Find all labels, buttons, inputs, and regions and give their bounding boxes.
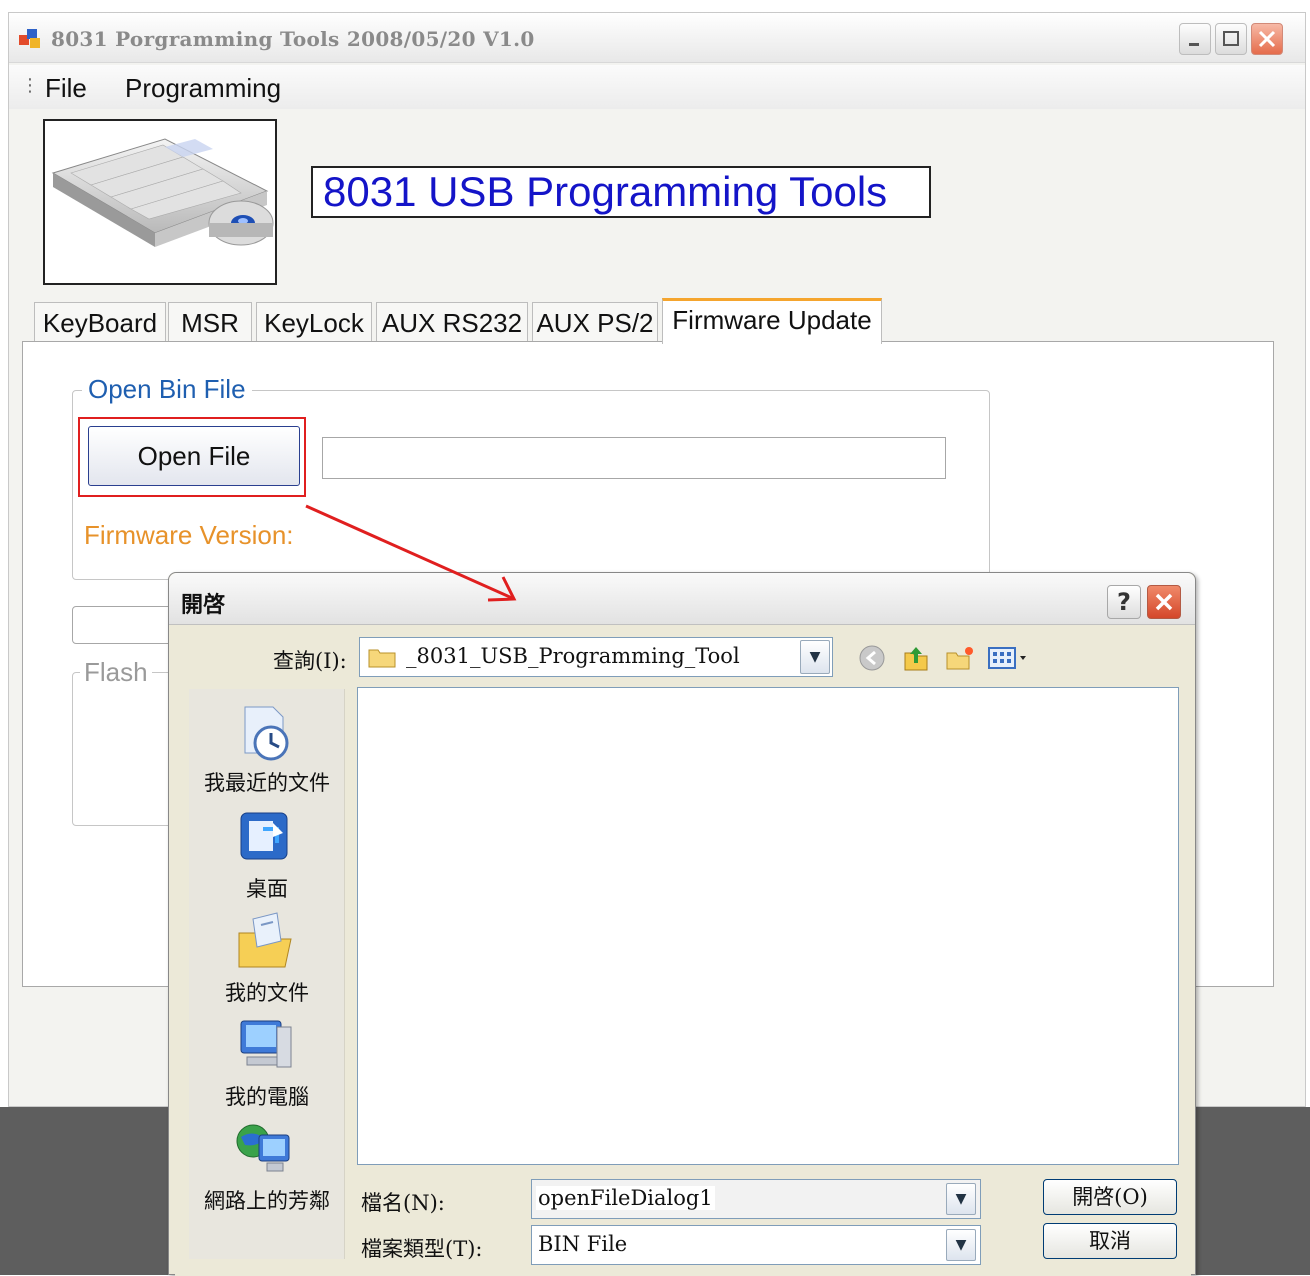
window-title: 8031 Porgramming Tools 2008/05/20 V1.0 bbox=[51, 27, 535, 51]
folder-icon bbox=[368, 646, 396, 668]
help-button[interactable]: ? bbox=[1107, 585, 1141, 619]
my-documents-icon bbox=[233, 911, 297, 975]
place-my-documents-label: 我的文件 bbox=[225, 981, 309, 1005]
title-bar[interactable]: 8031 Porgramming Tools 2008/05/20 V1.0 bbox=[9, 13, 1305, 63]
heading-box: 8031 USB Programming Tools bbox=[311, 166, 931, 218]
up-folder-icon[interactable] bbox=[901, 643, 931, 673]
look-in-label: 查詢(I): bbox=[273, 649, 347, 673]
chevron-down-icon[interactable]: ▼ bbox=[800, 640, 830, 674]
views-menu-icon[interactable] bbox=[987, 643, 1026, 673]
desktop-icon bbox=[233, 807, 297, 871]
dialog-body: 查詢(I): _8031_USB_Programming_Tool ▼ 我最近的… bbox=[175, 627, 1191, 1276]
filename-value: openFileDialog1 bbox=[536, 1186, 715, 1210]
maximize-button[interactable] bbox=[1215, 23, 1247, 55]
minimize-button[interactable] bbox=[1179, 23, 1211, 55]
firmware-version-label: Firmware Version: bbox=[84, 520, 294, 550]
place-recent-documents[interactable]: 我最近的文件 bbox=[189, 701, 345, 801]
filename-label: 檔名(N): bbox=[361, 1191, 445, 1215]
filetype-dropdown[interactable]: BIN File ▼ bbox=[531, 1225, 981, 1265]
dialog-title: 開啓 bbox=[181, 593, 226, 618]
tab-msr[interactable]: MSR bbox=[168, 302, 252, 342]
dialog-title-bar[interactable]: 開啓 ? bbox=[169, 573, 1195, 625]
open-bin-file-group-title: Open Bin File bbox=[82, 374, 252, 405]
filetype-value: BIN File bbox=[538, 1232, 628, 1256]
filetype-label: 檔案類型(T): bbox=[361, 1237, 483, 1261]
chevron-down-icon[interactable]: ▼ bbox=[946, 1229, 976, 1261]
dialog-close-button[interactable] bbox=[1147, 585, 1181, 619]
place-my-computer[interactable]: 我的電腦 bbox=[189, 1015, 345, 1115]
app-icon bbox=[19, 29, 41, 49]
flash-group-title: Flash bbox=[80, 657, 152, 688]
recent-documents-icon bbox=[233, 701, 297, 765]
place-desktop[interactable]: 桌面 bbox=[189, 807, 345, 907]
tab-aux-rs232[interactable]: AUX RS232 bbox=[376, 302, 528, 342]
filename-input[interactable]: openFileDialog1 ▼ bbox=[531, 1179, 981, 1219]
open-file-button[interactable]: Open File bbox=[88, 426, 300, 486]
chevron-down-icon[interactable]: ▼ bbox=[946, 1183, 976, 1215]
places-bar: 我最近的文件 桌面 我的文件 我的電腦 網路上的芳鄰 bbox=[189, 689, 345, 1259]
app-heading: 8031 USB Programming Tools bbox=[323, 168, 888, 215]
tab-firmware-update[interactable]: Firmware Update bbox=[662, 298, 882, 344]
menu-grip-icon: ⋮ bbox=[21, 75, 39, 96]
menu-file[interactable]: File bbox=[45, 73, 87, 104]
look-in-value: _8031_USB_Programming_Tool bbox=[406, 644, 740, 668]
keyboard-image bbox=[43, 119, 277, 285]
place-desktop-label: 桌面 bbox=[246, 877, 288, 901]
network-places-icon bbox=[233, 1119, 297, 1183]
open-file-dialog: 開啓 ? 查詢(I): _8031_USB_Programming_Tool ▼ bbox=[168, 572, 1196, 1276]
file-list[interactable] bbox=[357, 687, 1179, 1165]
place-network-label: 網路上的芳鄰 bbox=[204, 1189, 330, 1213]
new-folder-icon[interactable] bbox=[945, 643, 975, 673]
menu-programming[interactable]: Programming bbox=[125, 73, 281, 104]
menu-bar: ⋮ File Programming bbox=[9, 65, 1305, 109]
cancel-button[interactable]: 取消 bbox=[1043, 1223, 1177, 1259]
look-in-dropdown[interactable]: _8031_USB_Programming_Tool ▼ bbox=[359, 637, 833, 677]
close-button[interactable] bbox=[1251, 23, 1283, 55]
place-recent-documents-label: 我最近的文件 bbox=[204, 771, 330, 795]
tab-aux-ps2[interactable]: AUX PS/2 bbox=[532, 302, 658, 342]
place-my-computer-label: 我的電腦 bbox=[225, 1085, 309, 1109]
tab-keyboard[interactable]: KeyBoard bbox=[34, 302, 166, 342]
back-icon[interactable] bbox=[857, 643, 887, 673]
file-path-input[interactable] bbox=[322, 437, 946, 479]
tab-keylock[interactable]: KeyLock bbox=[256, 302, 372, 342]
open-button[interactable]: 開啓(O) bbox=[1043, 1179, 1177, 1215]
place-network[interactable]: 網路上的芳鄰 bbox=[189, 1119, 345, 1219]
place-my-documents[interactable]: 我的文件 bbox=[189, 911, 345, 1011]
my-computer-icon bbox=[233, 1015, 297, 1079]
